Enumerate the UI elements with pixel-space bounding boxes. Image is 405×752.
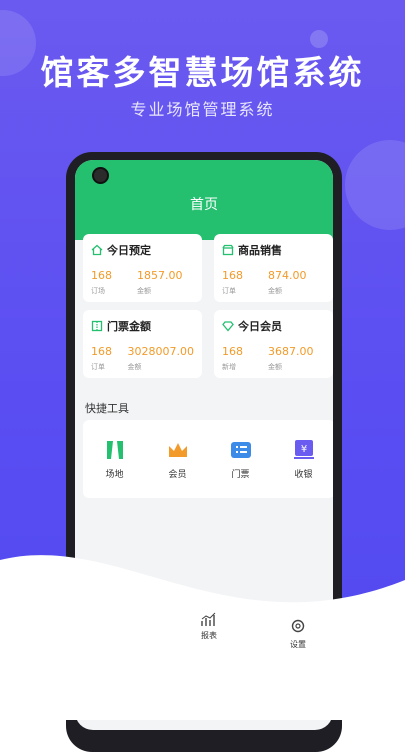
card-label: 金额 [268,363,282,371]
quick-tools: 场地 会员 门票 ¥ 收银 [83,420,333,498]
card-label: 新增 [222,363,236,371]
card-value: 168 [91,345,112,358]
tool-member[interactable]: 会员 [153,439,203,480]
nav-label: 设置 [290,640,306,649]
page-title: 首页 [190,197,218,213]
tools-title: 快捷工具 [85,402,129,415]
cashier-icon: ¥ [293,439,315,461]
tool-cashier[interactable]: ¥ 收银 [279,439,329,480]
nav-item-report[interactable]: 报表 [200,612,218,641]
promo-subtitle: 专业场馆管理系统 [130,100,275,119]
home-icon [91,244,103,256]
card-value: 168 [222,269,243,282]
card-value: 3687.00 [268,345,314,358]
card-title: 今日预定 [107,244,151,257]
tool-venue[interactable]: 场地 [90,439,140,480]
nav-label: 报表 [201,631,217,640]
tool-label: 门票 [231,469,250,480]
app-header: 首页 [75,160,333,240]
tool-label: 收银 [294,469,313,480]
promo-title: 馆客多智慧场馆系统 [40,53,365,92]
crown-icon [167,439,189,461]
chart-icon [200,612,218,630]
card-label: 金额 [268,287,282,295]
card-title: 门票金额 [107,320,151,333]
card-value: 874.00 [268,269,307,282]
card-value: 3028007.00 [127,345,194,358]
bottom-nav: 报表 设置 [0,612,405,652]
shop-icon [222,244,234,256]
card-value: 168 [91,269,112,282]
card-today-booking[interactable]: 今日预定 168 订场 1857.00 金额 [83,234,202,302]
card-label: 订单 [222,287,236,295]
card-label: 订场 [91,287,105,295]
card-today-members[interactable]: 今日会员 168 新增 3687.00 金额 [214,310,333,378]
tool-label: 场地 [105,469,124,480]
ticket-list-icon [230,439,252,461]
card-label: 订单 [91,363,105,371]
card-label: 金额 [127,363,142,371]
nav-item-settings[interactable]: 设置 [290,618,306,650]
tool-ticket[interactable]: 门票 [216,439,266,480]
tool-label: 会员 [168,469,187,480]
card-label: 金额 [137,287,151,295]
card-title: 商品销售 [238,244,282,257]
card-product-sales[interactable]: 商品销售 168 订单 874.00 金额 [214,234,333,302]
diamond-icon [222,320,234,332]
camera-icon [92,167,109,184]
card-title: 今日会员 [238,320,282,333]
decor-bubble [345,140,405,230]
venue-icon [104,439,126,461]
card-ticket-amount[interactable]: 门票金额 168 订单 3028007.00 金额 [83,310,202,378]
gear-icon [290,618,306,636]
card-value: 168 [222,345,243,358]
card-value: 1857.00 [137,269,183,282]
ticket-icon [91,320,103,332]
svg-text:¥: ¥ [300,444,306,455]
